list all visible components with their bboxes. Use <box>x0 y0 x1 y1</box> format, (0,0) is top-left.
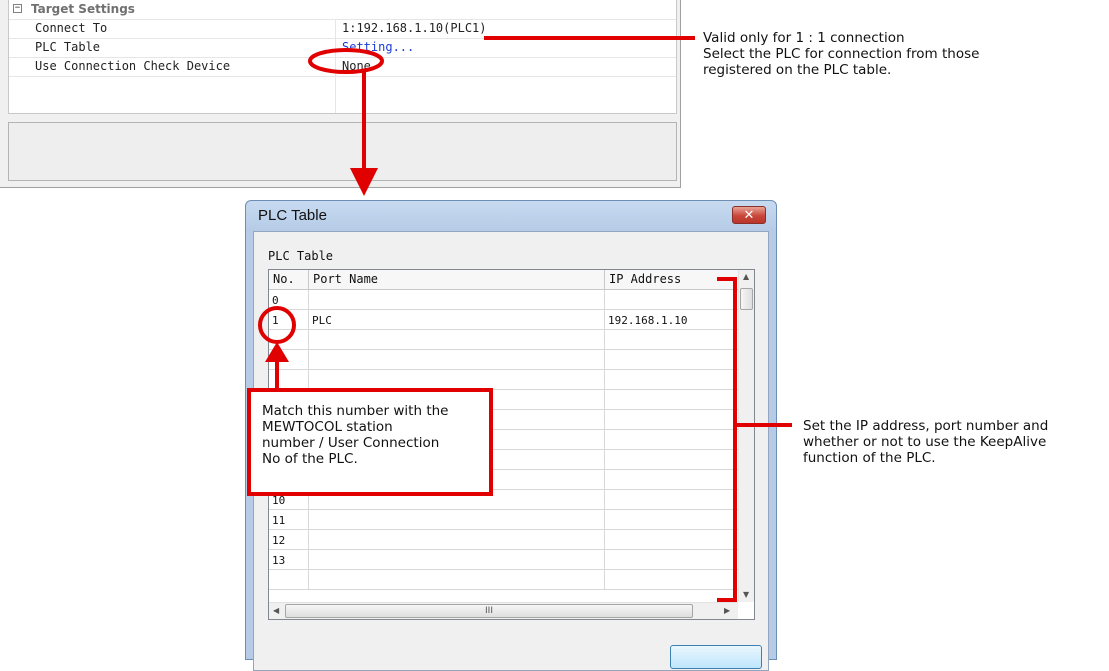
note-line: function of the PLC. <box>803 450 936 466</box>
callout-line: number / User Connection <box>262 435 440 451</box>
arrow-head-up-icon <box>265 342 289 362</box>
annotation-overlay <box>258 36 792 602</box>
note-line: whether or not to use the KeepAlive <box>803 434 1047 450</box>
row-number-highlight-circle <box>258 306 296 344</box>
arrow-head-down-icon <box>350 168 378 196</box>
ip-column-bracket <box>717 277 737 602</box>
note-line: Set the IP address, port number and <box>803 418 1049 434</box>
connection-note: Valid only for 1 : 1 connection Select t… <box>703 30 979 78</box>
note-line: Valid only for 1 : 1 connection <box>703 30 905 46</box>
ip-settings-note: Set the IP address, port number and whet… <box>803 418 1048 466</box>
station-number-callout: Match this number with the MEWTOCOL stat… <box>247 388 493 496</box>
callout-line: MEWTOCOL station <box>262 419 393 435</box>
note-line: registered on the PLC table. <box>703 62 892 78</box>
callout-line: Match this number with the <box>262 403 449 419</box>
setting-highlight-oval <box>308 48 384 74</box>
callout-line: No of the PLC. <box>262 451 358 467</box>
note-line: Select the PLC for connection from those <box>703 46 980 62</box>
